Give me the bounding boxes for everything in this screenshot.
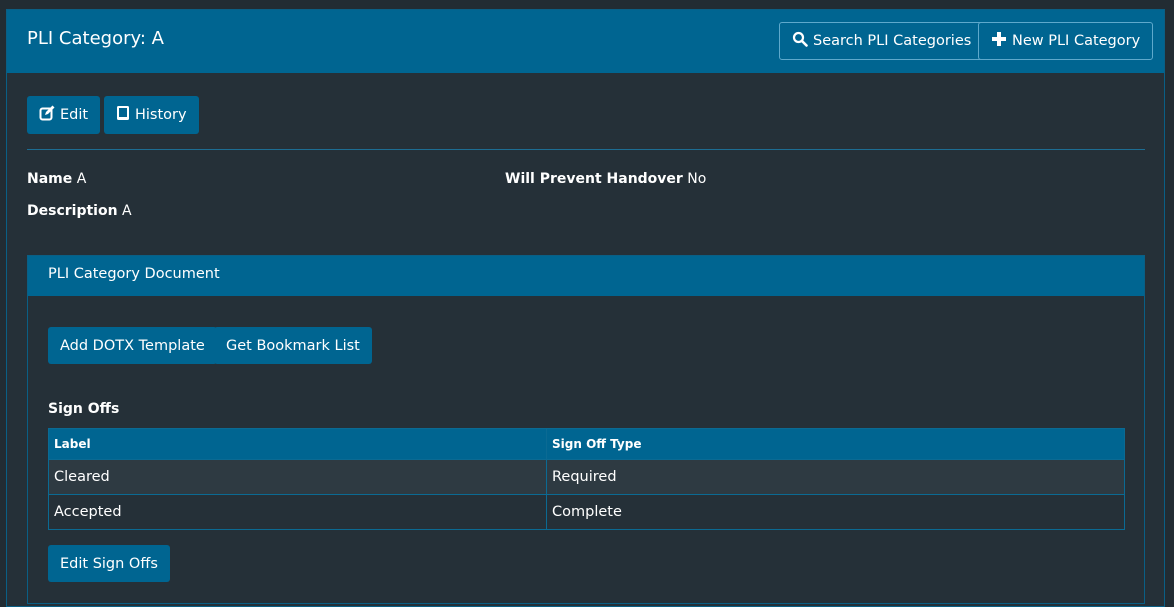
table-cell-label: Accepted xyxy=(48,494,547,530)
edit-icon xyxy=(39,105,60,125)
edit-button[interactable]: Edit xyxy=(27,96,101,134)
get-bookmark-list-label: Get Bookmark List xyxy=(226,337,360,354)
plus-icon xyxy=(991,31,1012,51)
document-panel-title: PLI Category Document xyxy=(48,266,220,282)
description-field: Description A xyxy=(27,203,132,219)
table-header-row: Label Sign Off Type xyxy=(48,428,1125,460)
name-value: A xyxy=(76,171,87,187)
search-categories-label: Search PLI Categories xyxy=(813,33,972,49)
history-label: History xyxy=(135,107,187,123)
prevent-handover-label: Will Prevent Handover xyxy=(505,171,683,187)
signoffs-table: Label Sign Off Type Cleared Required Acc… xyxy=(48,428,1125,530)
column-header-signoff-type: Sign Off Type xyxy=(546,428,1125,460)
add-dotx-template-label: Add DOTX Template xyxy=(60,337,205,354)
main-panel: PLI Category: A Search PLI Categories Ne… xyxy=(6,9,1165,607)
get-bookmark-list-button[interactable]: Get Bookmark List xyxy=(214,327,372,364)
name-label: Name xyxy=(27,171,73,187)
column-header-label: Label xyxy=(48,428,547,460)
divider xyxy=(27,149,1145,150)
page-title: PLI Category: A xyxy=(27,28,164,49)
edit-signoffs-button[interactable]: Edit Sign Offs xyxy=(48,545,170,582)
name-field: Name A xyxy=(27,171,86,187)
panel-header: PLI Category: A Search PLI Categories Ne… xyxy=(7,10,1164,73)
description-value: A xyxy=(122,203,132,219)
new-category-label: New PLI Category xyxy=(1012,33,1141,49)
edit-signoffs-label: Edit Sign Offs xyxy=(60,555,158,572)
table-cell-label: Cleared xyxy=(48,459,547,495)
table-cell-signoff-type: Required xyxy=(546,459,1125,495)
prevent-handover-field: Will Prevent Handover No xyxy=(505,171,706,187)
search-icon xyxy=(792,31,813,51)
table-row: Cleared Required xyxy=(48,459,1125,495)
new-category-button[interactable]: New PLI Category xyxy=(978,22,1154,60)
search-categories-button[interactable]: Search PLI Categories xyxy=(779,22,985,60)
add-dotx-template-button[interactable]: Add DOTX Template xyxy=(48,327,217,364)
book-icon xyxy=(116,105,135,125)
signoffs-title: Sign Offs xyxy=(48,401,120,417)
history-button[interactable]: History xyxy=(104,96,199,134)
document-panel: PLI Category Document Add DOTX Template … xyxy=(27,255,1145,604)
description-label: Description xyxy=(27,203,118,219)
table-row: Accepted Complete xyxy=(48,494,1125,530)
table-cell-signoff-type: Complete xyxy=(546,494,1125,530)
prevent-handover-value: No xyxy=(687,171,707,187)
edit-label: Edit xyxy=(60,107,89,123)
document-panel-header: PLI Category Document xyxy=(28,256,1144,296)
